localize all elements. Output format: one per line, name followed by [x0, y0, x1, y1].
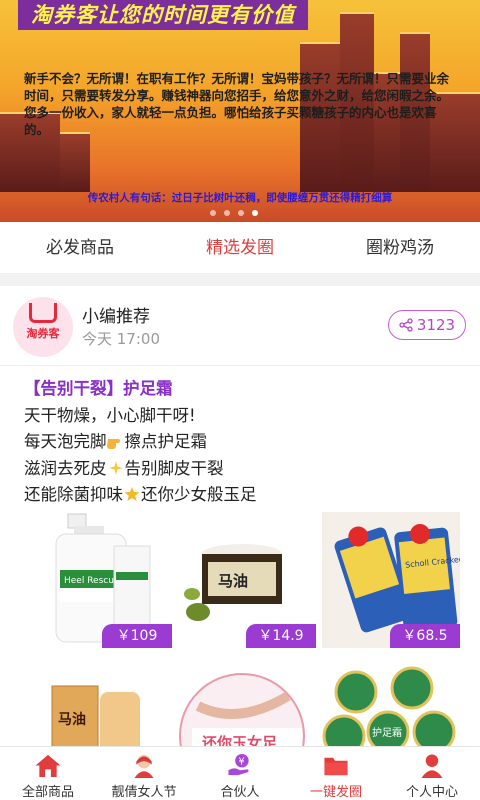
tab-fan-inspiration[interactable]: 圈粉鸡汤 — [320, 222, 480, 273]
nav-item-partner[interactable]: ¥ 合伙人 — [192, 747, 288, 800]
tab-selected-moments[interactable]: 精选发圈 — [160, 222, 320, 273]
banner-title: 淘券客让您的时间更有价值 — [18, 0, 308, 30]
home-icon — [35, 754, 61, 778]
nav-item-label: 全部商品 — [21, 785, 74, 800]
post-line-part: 还能除菌抑味 — [24, 485, 123, 504]
nav-item-label: 靓倩女人节 — [111, 785, 177, 800]
building-decoration — [60, 132, 90, 192]
share-count: 3123 — [416, 316, 456, 334]
product-label-text: 马油 — [58, 711, 86, 728]
star-icon — [124, 487, 140, 501]
money-hand-icon: ¥ — [228, 753, 249, 776]
person-icon — [421, 754, 443, 778]
promo-banner[interactable]: 淘券客让您的时间更有价值 新手不会？无所谓！在职有工作？无所谓！宝妈带孩子？无所… — [0, 0, 480, 222]
post-line: 天干物燥，小心脚干呀! — [24, 405, 196, 425]
nav-item-womens-day[interactable]: 靓倩女人节 — [96, 747, 192, 800]
carousel-indicator[interactable] — [210, 210, 258, 216]
product-label-text: 护足霜 — [372, 726, 402, 739]
product-card[interactable]: Scholl Cracked Heel Repair Cream ￥68.5 — [322, 512, 460, 648]
post-time: 今天 17:00 — [82, 330, 160, 348]
post-line-part: 还你少女般玉足 — [141, 485, 257, 504]
product-label-text: 马油 — [218, 572, 248, 590]
avatar-logo-text: 淘券客 — [26, 327, 60, 340]
post-line-part: 每天泡完脚 — [24, 432, 107, 451]
pointing-hand-icon — [106, 439, 120, 449]
post-line-part: 滋润去死皮 — [24, 458, 107, 478]
post-line: 还能除菌抑味 还你少女般玉足 — [24, 482, 257, 509]
girl-icon — [134, 754, 154, 778]
post-line-part: 擦点护足霜 — [124, 432, 208, 451]
post-headline: 【告别干裂】护足霜 — [24, 379, 173, 398]
nav-item-label: 合伙人 — [220, 785, 260, 800]
section-divider — [0, 274, 480, 286]
post-line: 每天泡完脚 擦点护足霜 — [24, 429, 257, 456]
carousel-dot-active[interactable] — [252, 210, 258, 216]
post-author: 小编推荐 — [82, 307, 150, 327]
product-price: ￥109 — [102, 624, 172, 648]
cart-icon — [29, 303, 57, 323]
nav-item-label: 一键发圈 — [309, 785, 362, 800]
product-card[interactable]: Heel Rescue FOOT CREAM ￥109 — [34, 512, 172, 648]
banner-text: 新手不会？无所谓！在职有工作？无所谓！宝妈带孩子？无所谓！只需要业余时间，只需要… — [24, 71, 450, 137]
product-card[interactable]: 马油 ￥14.9 — [178, 512, 316, 648]
sparkles-icon — [108, 460, 123, 475]
nav-item-label: 个人中心 — [405, 785, 458, 800]
banner-subtext: 传农村人有句话：过日子比树叶还稠，即使腰缠万贯还得精打细算 — [87, 192, 393, 204]
app-page: 淘券客让您的时间更有价值 新手不会？无所谓！在职有工作？无所谓！宝妈带孩子？无所… — [0, 0, 480, 800]
nav-item-one-click-share[interactable]: 一键发圈 — [288, 747, 384, 800]
share-icon — [399, 318, 413, 332]
svg-text:¥: ¥ — [239, 757, 245, 768]
post-line-part: 告别脚皮干裂 — [124, 458, 224, 478]
nav-item-personal-center[interactable]: 个人中心 — [384, 747, 480, 800]
category-tabs: 必发商品 精选发圈 圈粉鸡汤 — [0, 222, 480, 274]
post-body: 【告别干裂】护足霜 天干物燥，小心脚干呀! 每天泡完脚 擦点护足霜 滋润去死皮 告别… — [0, 366, 480, 800]
carousel-dot[interactable] — [238, 210, 244, 216]
carousel-dot[interactable] — [210, 210, 216, 216]
post-line: 滋润去死皮 告别脚皮干裂 — [24, 456, 257, 483]
post-text: 【告别干裂】护足霜 天干物燥，小心脚干呀! 每天泡完脚 擦点护足霜 滋润去死皮 告别… — [24, 376, 257, 509]
carousel-dot[interactable] — [224, 210, 230, 216]
post-header: 淘券客 小编推荐 今天 17:00 3123 — [0, 286, 480, 366]
folder-icon — [324, 757, 348, 776]
product-price: ￥14.9 — [246, 624, 316, 648]
avatar[interactable]: 淘券客 — [13, 297, 73, 357]
tab-must-send[interactable]: 必发商品 — [0, 222, 160, 273]
nav-item-all-products[interactable]: 全部商品 — [0, 747, 96, 800]
share-button[interactable]: 3123 — [388, 310, 466, 340]
bottom-navigation: 全部商品 靓倩女人节 ¥ 合伙人 一键发圈 个人中心 — [0, 746, 480, 800]
product-price: ￥68.5 — [390, 624, 460, 648]
